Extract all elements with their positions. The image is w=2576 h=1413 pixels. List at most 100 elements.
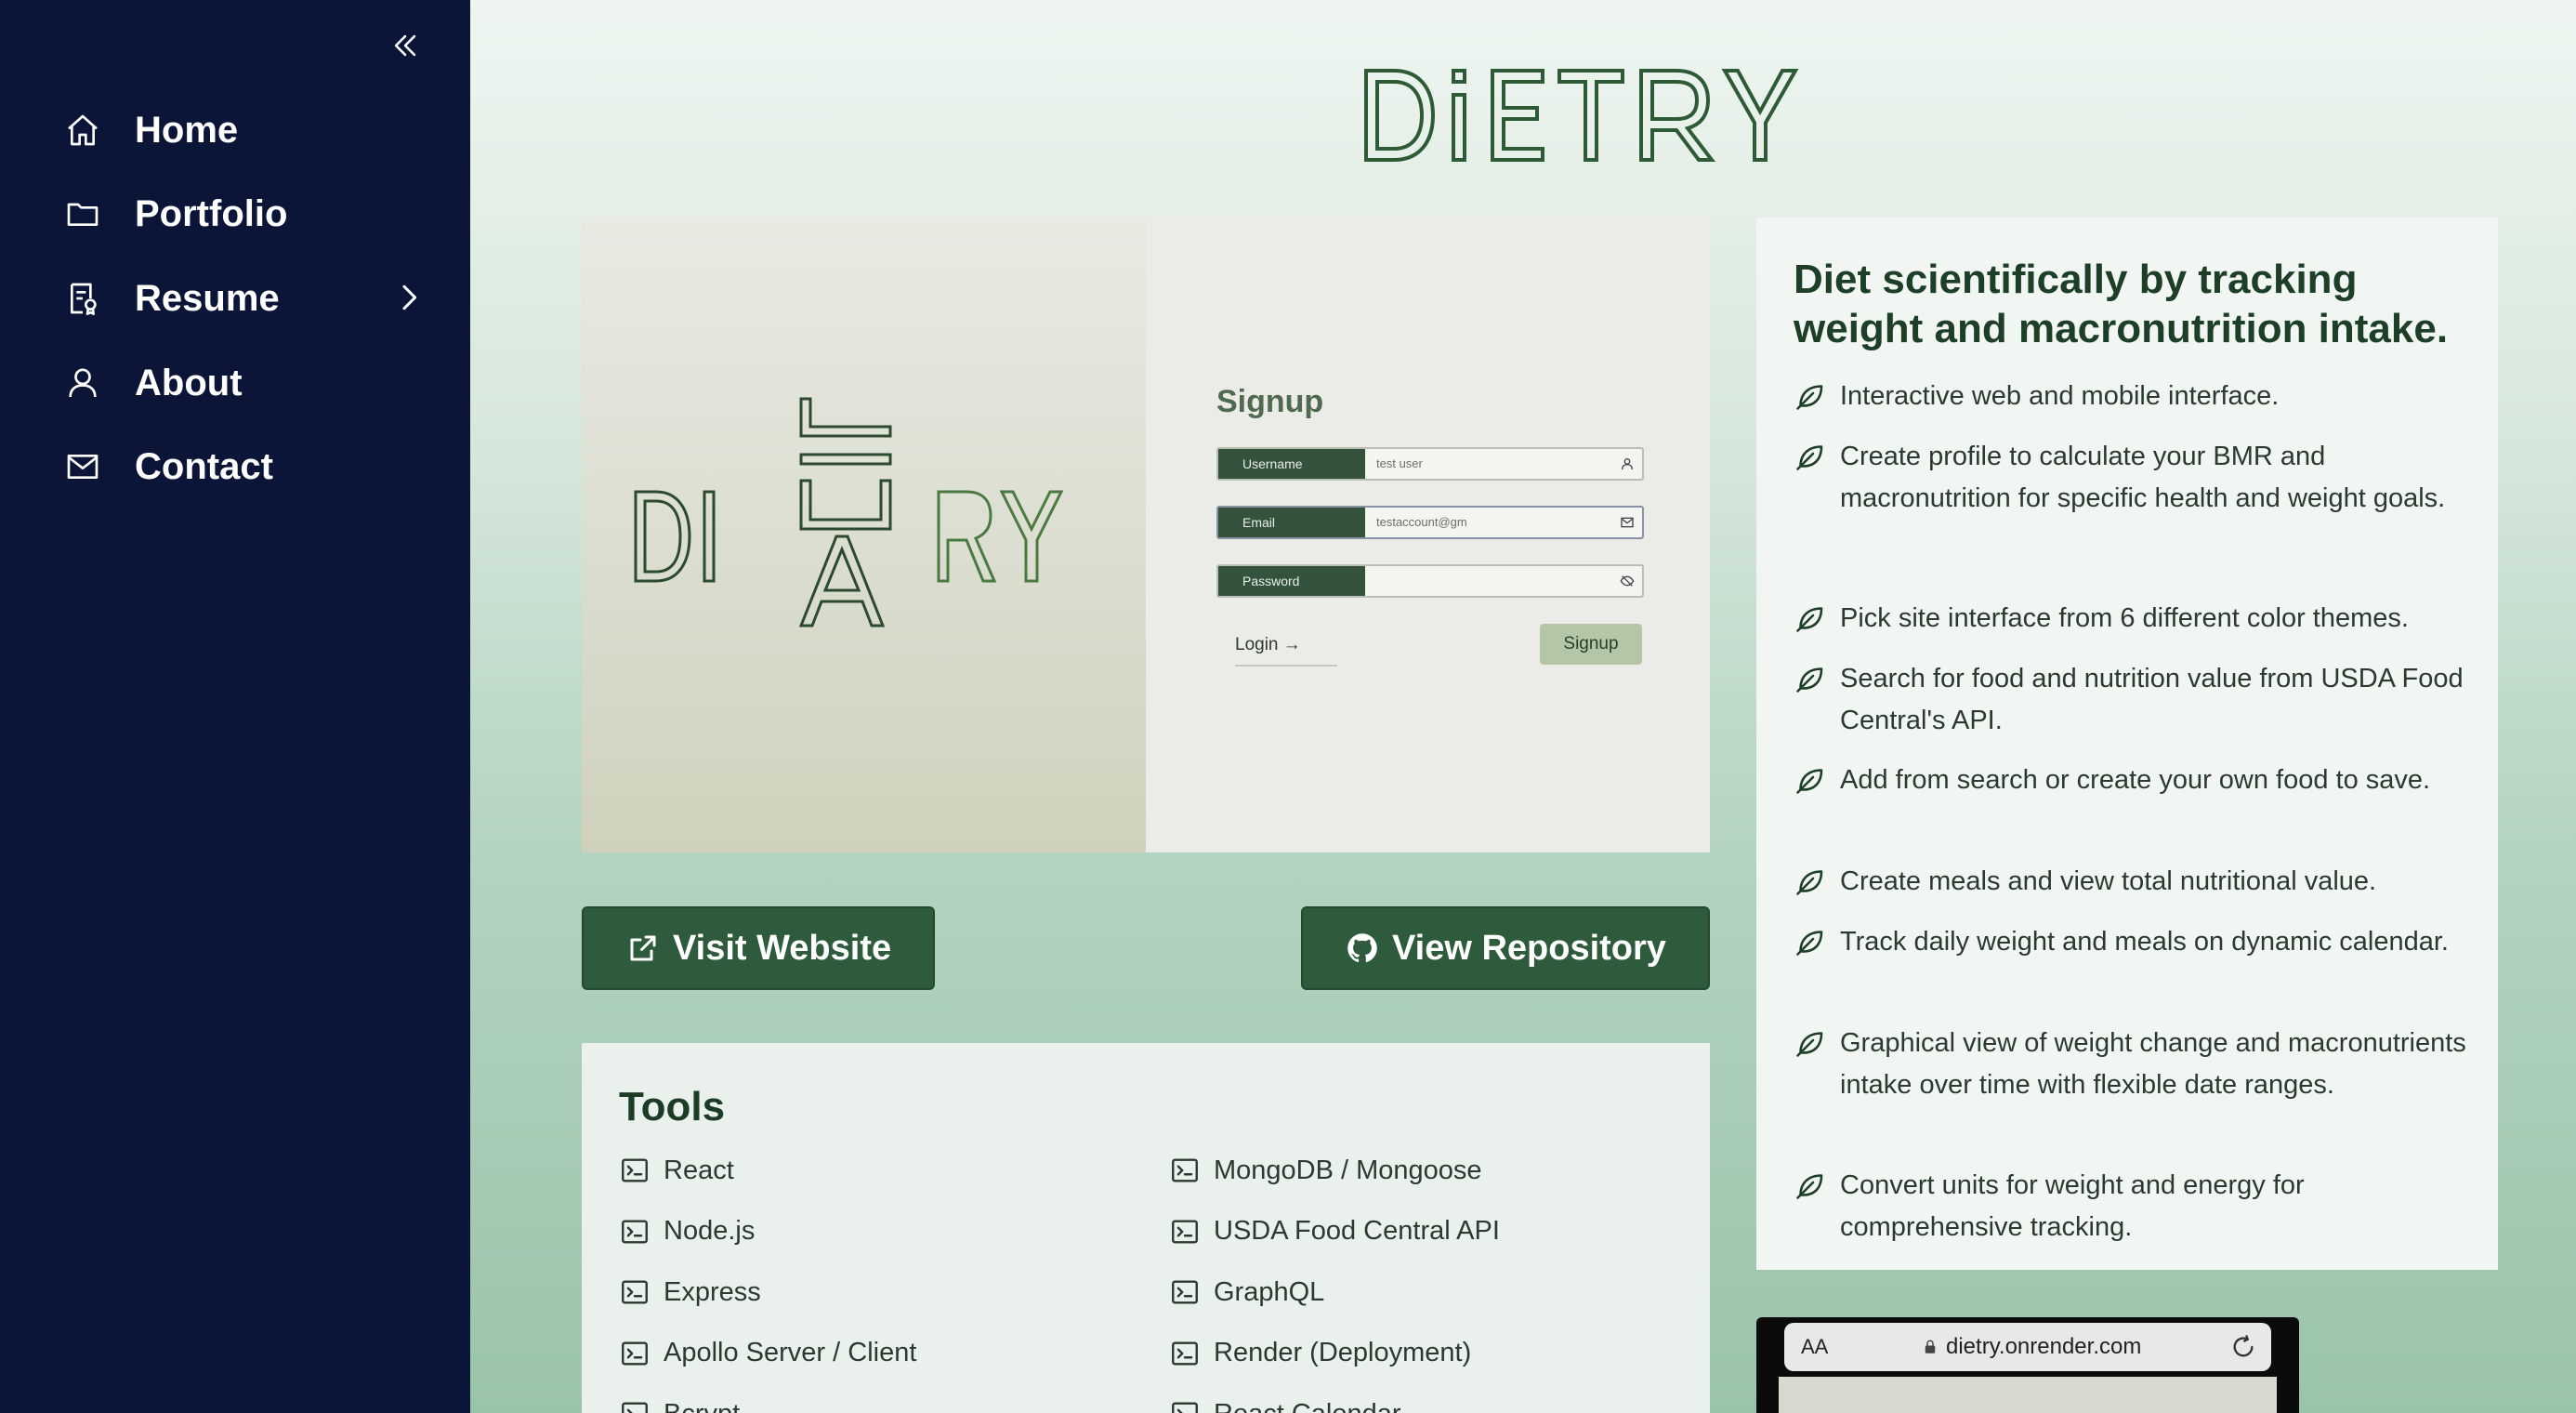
lock-icon: [1925, 1340, 1936, 1354]
feature-text: Convert units for weight and energy for …: [1840, 1170, 2305, 1242]
leaf-icon: [1794, 921, 1840, 963]
terminal-icon: [619, 1155, 651, 1186]
mobile-url-text: dietry.onrender.com: [1946, 1334, 2142, 1359]
external-link-icon: [626, 931, 660, 965]
collapse-sidebar-button[interactable]: [387, 24, 424, 67]
dietry-logo: [1364, 69, 1799, 162]
preview-email-label: Email: [1218, 508, 1365, 537]
feature-text: Graphical view of weight change and macr…: [1840, 1028, 2466, 1100]
tool-name: MongoDB / Mongoose: [1214, 1155, 1482, 1185]
leaf-icon: [1794, 376, 1840, 417]
feature-text: Track daily weight and meals on dynamic …: [1840, 927, 2449, 957]
feature-item: Graphical view of weight change and macr…: [1794, 1023, 2481, 1106]
terminal-icon: [619, 1338, 651, 1369]
mail-icon: [1621, 517, 1634, 528]
leaf-icon: [1794, 598, 1840, 640]
feature-text: Create profile to calculate your BMR and…: [1840, 442, 2446, 513]
tool-name: GraphQL: [1214, 1276, 1325, 1307]
tool-item: GraphQL: [1169, 1276, 1324, 1308]
preview-email-value: testaccount@gm: [1376, 515, 1467, 529]
tool-item: MongoDB / Mongoose: [1169, 1155, 1482, 1186]
preview-password-field: Password: [1216, 564, 1644, 598]
nav-item-portfolio[interactable]: Portfolio: [63, 181, 435, 246]
terminal-icon: [1169, 1216, 1201, 1248]
home-icon: [63, 111, 102, 150]
leaf-icon: [1794, 1165, 1840, 1248]
double-chevron-left-icon: [394, 34, 416, 57]
terminal-icon: [1169, 1276, 1201, 1308]
preview-signup-button: Signup: [1540, 624, 1642, 665]
tool-name: Apollo Server / Client: [664, 1338, 917, 1367]
feature-text: Interactive web and mobile interface.: [1840, 381, 2280, 411]
tools-title: Tools: [619, 1084, 726, 1129]
mobile-screen: [1779, 1377, 2277, 1413]
resume-icon: [63, 279, 102, 318]
chevron-right-icon: [402, 284, 417, 310]
preview-logo-panel: [582, 217, 1146, 852]
user-icon: [63, 363, 102, 403]
tool-item: Node.js: [619, 1216, 755, 1248]
preview-login-link: Login →: [1235, 635, 1337, 667]
tool-name: Bcrypt: [664, 1399, 740, 1413]
leaf-icon: [1794, 1023, 1840, 1106]
feature-item: Track daily weight and meals on dynamic …: [1794, 921, 2481, 963]
leaf-icon: [1794, 759, 1840, 801]
feature-item: Search for food and nutrition value from…: [1794, 658, 2481, 742]
nav-item-about[interactable]: About: [63, 350, 435, 416]
preview-signup-panel: Signup Username test user Email testacco…: [1146, 217, 1710, 852]
project-screenshot: Signup Username test user Email testacco…: [582, 217, 1710, 852]
tool-item: React: [619, 1155, 734, 1186]
eye-off-icon: [1620, 575, 1635, 587]
leaf-icon: [1794, 436, 1840, 520]
terminal-icon: [1169, 1338, 1201, 1369]
preview-username-label: Username: [1218, 449, 1365, 479]
nav-label-home: Home: [135, 109, 239, 151]
view-repository-button[interactable]: View Repository: [1301, 906, 1710, 990]
features-card: Diet scientifically by tracking weight a…: [1756, 218, 2498, 1270]
leaf-icon: [1794, 658, 1840, 742]
tool-item: React Calendar: [1169, 1398, 1401, 1413]
feature-text: Create meals and view total nutritional …: [1840, 866, 2377, 896]
main-content: Signup Username test user Email testacco…: [470, 0, 2576, 1413]
preview-username-field: Username test user: [1216, 447, 1644, 481]
feature-item: Convert units for weight and energy for …: [1794, 1165, 2481, 1248]
tool-name: USDA Food Central API: [1214, 1216, 1500, 1246]
leaf-icon: [1794, 861, 1840, 903]
feature-item: Create meals and view total nutritional …: [1794, 861, 2481, 903]
mobile-address-bar: AA dietry.onrender.com: [1784, 1323, 2271, 1371]
nav-label-contact: Contact: [135, 445, 273, 487]
feature-item: Create profile to calculate your BMR and…: [1794, 436, 2481, 520]
github-icon: [1346, 931, 1379, 965]
mail-icon: [63, 447, 102, 486]
nav-label-resume: Resume: [135, 277, 280, 319]
nav-item-contact[interactable]: Contact: [63, 434, 435, 499]
sidebar: Home Portfolio Resume About Contact: [0, 0, 470, 1413]
feature-text: Search for food and nutrition value from…: [1840, 664, 2464, 735]
view-repository-label: View Repository: [1392, 928, 1666, 968]
nav-label-about: About: [135, 362, 243, 403]
tools-card: Tools React MongoDB / Mongoose Node.js USDA…: [582, 1043, 1710, 1413]
folder-icon: [63, 194, 102, 233]
tool-name: Render (Deployment): [1214, 1338, 1472, 1367]
project-tagline: Diet scientifically by tracking weight a…: [1794, 257, 2449, 351]
terminal-icon: [619, 1398, 651, 1413]
tool-item: Apollo Server / Client: [619, 1338, 916, 1369]
text-size-label: AA: [1801, 1335, 1829, 1358]
mobile-url: dietry.onrender.com: [1922, 1334, 2141, 1360]
feature-text: Add from search or create your own food …: [1840, 765, 2431, 795]
terminal-icon: [619, 1276, 651, 1308]
tool-item: Bcrypt: [619, 1398, 740, 1413]
terminal-icon: [1169, 1155, 1201, 1186]
terminal-icon: [1169, 1398, 1201, 1413]
tool-name: React: [664, 1155, 734, 1185]
feature-text: Pick site interface from 6 different col…: [1840, 603, 2409, 633]
terminal-icon: [619, 1216, 651, 1248]
nav-item-resume[interactable]: Resume: [63, 266, 435, 331]
preview-signup-title: Signup: [1216, 384, 1324, 419]
tool-item: Render (Deployment): [1169, 1338, 1471, 1369]
visit-website-button[interactable]: Visit Website: [582, 906, 935, 990]
preview-username-value: test user: [1376, 456, 1423, 470]
nav-item-home[interactable]: Home: [63, 98, 435, 163]
tool-name: React Calendar: [1214, 1399, 1401, 1413]
user-icon: [1622, 458, 1633, 470]
